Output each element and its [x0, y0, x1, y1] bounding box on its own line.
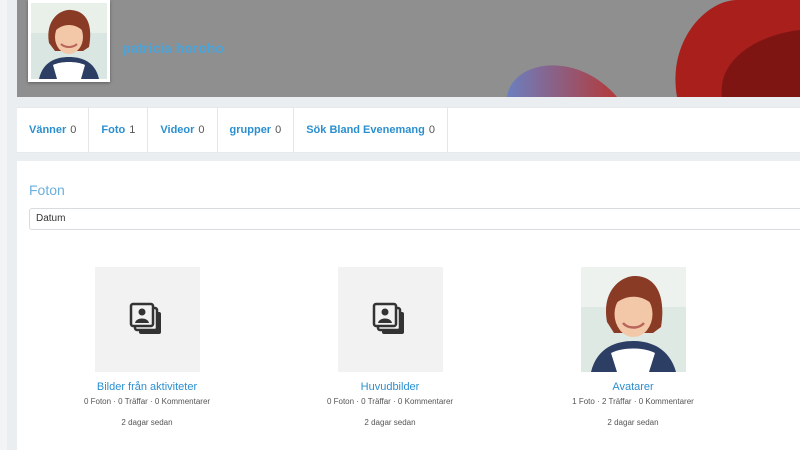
tab-count: 0 [275, 124, 282, 136]
profile-avatar[interactable] [28, 0, 110, 82]
album-title[interactable]: Huvudbilder [300, 381, 480, 393]
sort-select[interactable]: Datum [29, 208, 800, 230]
photo-stack-icon [372, 302, 404, 334]
album-title[interactable]: Bilder från aktiviteter [57, 381, 237, 393]
profile-tabs-bar: Vänner 0 Foto 1 Videor 0 grupper 0 Sök B… [17, 107, 800, 153]
tab-friends[interactable]: Vänner 0 [17, 108, 90, 152]
tab-groups[interactable]: grupper 0 [218, 108, 295, 152]
tab-label: grupper [229, 124, 272, 136]
album-card: Huvudbilder 0 Foton · 0 Träffar · 0 Komm… [300, 267, 480, 427]
tab-count: 0 [70, 124, 77, 136]
album-thumbnail[interactable] [94, 267, 200, 372]
tab-count: 1 [129, 124, 136, 136]
album-stats: 1 Foto · 2 Träffar · 0 Kommentarer [572, 397, 694, 406]
tab-events[interactable]: Sök Bland Evenemang 0 [294, 108, 448, 152]
album-stats: 0 Foton · 0 Träffar · 0 Kommentarer [326, 397, 454, 406]
tab-count: 0 [428, 124, 435, 136]
left-gutter [0, 0, 7, 450]
section-title: Foton [29, 182, 65, 198]
photo-stack-icon [129, 302, 161, 334]
album-time: 2 dagar sedan [607, 418, 659, 427]
tab-videos[interactable]: Videor 0 [148, 108, 218, 152]
album-thumbnail[interactable] [580, 267, 686, 372]
album-stats: 0 Foton · 0 Träffar · 0 Kommentarer [83, 397, 211, 406]
album-time: 2 dagar sedan [121, 418, 173, 427]
tab-label: Vänner [29, 124, 67, 136]
tab-label: Foto [101, 124, 126, 136]
tab-photos[interactable]: Foto 1 [89, 108, 149, 152]
profile-name[interactable]: patricia horoho [122, 40, 224, 56]
avatar-portrait [31, 3, 107, 79]
album-card: Bilder från aktiviteter 0 Foton · 0 Träf… [57, 267, 237, 427]
tab-label: Videor [160, 124, 195, 136]
tab-count: 0 [198, 124, 205, 136]
album-card: Avatarer 1 Foto · 2 Träffar · 0 Kommenta… [543, 267, 723, 427]
album-thumbnail[interactable] [337, 267, 443, 372]
album-time: 2 dagar sedan [364, 418, 416, 427]
tab-label: Sök Bland Evenemang [306, 124, 425, 136]
photos-section: Foton Datum Bilder från aktiviteter 0 Fo… [17, 161, 800, 450]
album-title[interactable]: Avatarer [543, 381, 723, 393]
portrait-photo [580, 267, 686, 372]
